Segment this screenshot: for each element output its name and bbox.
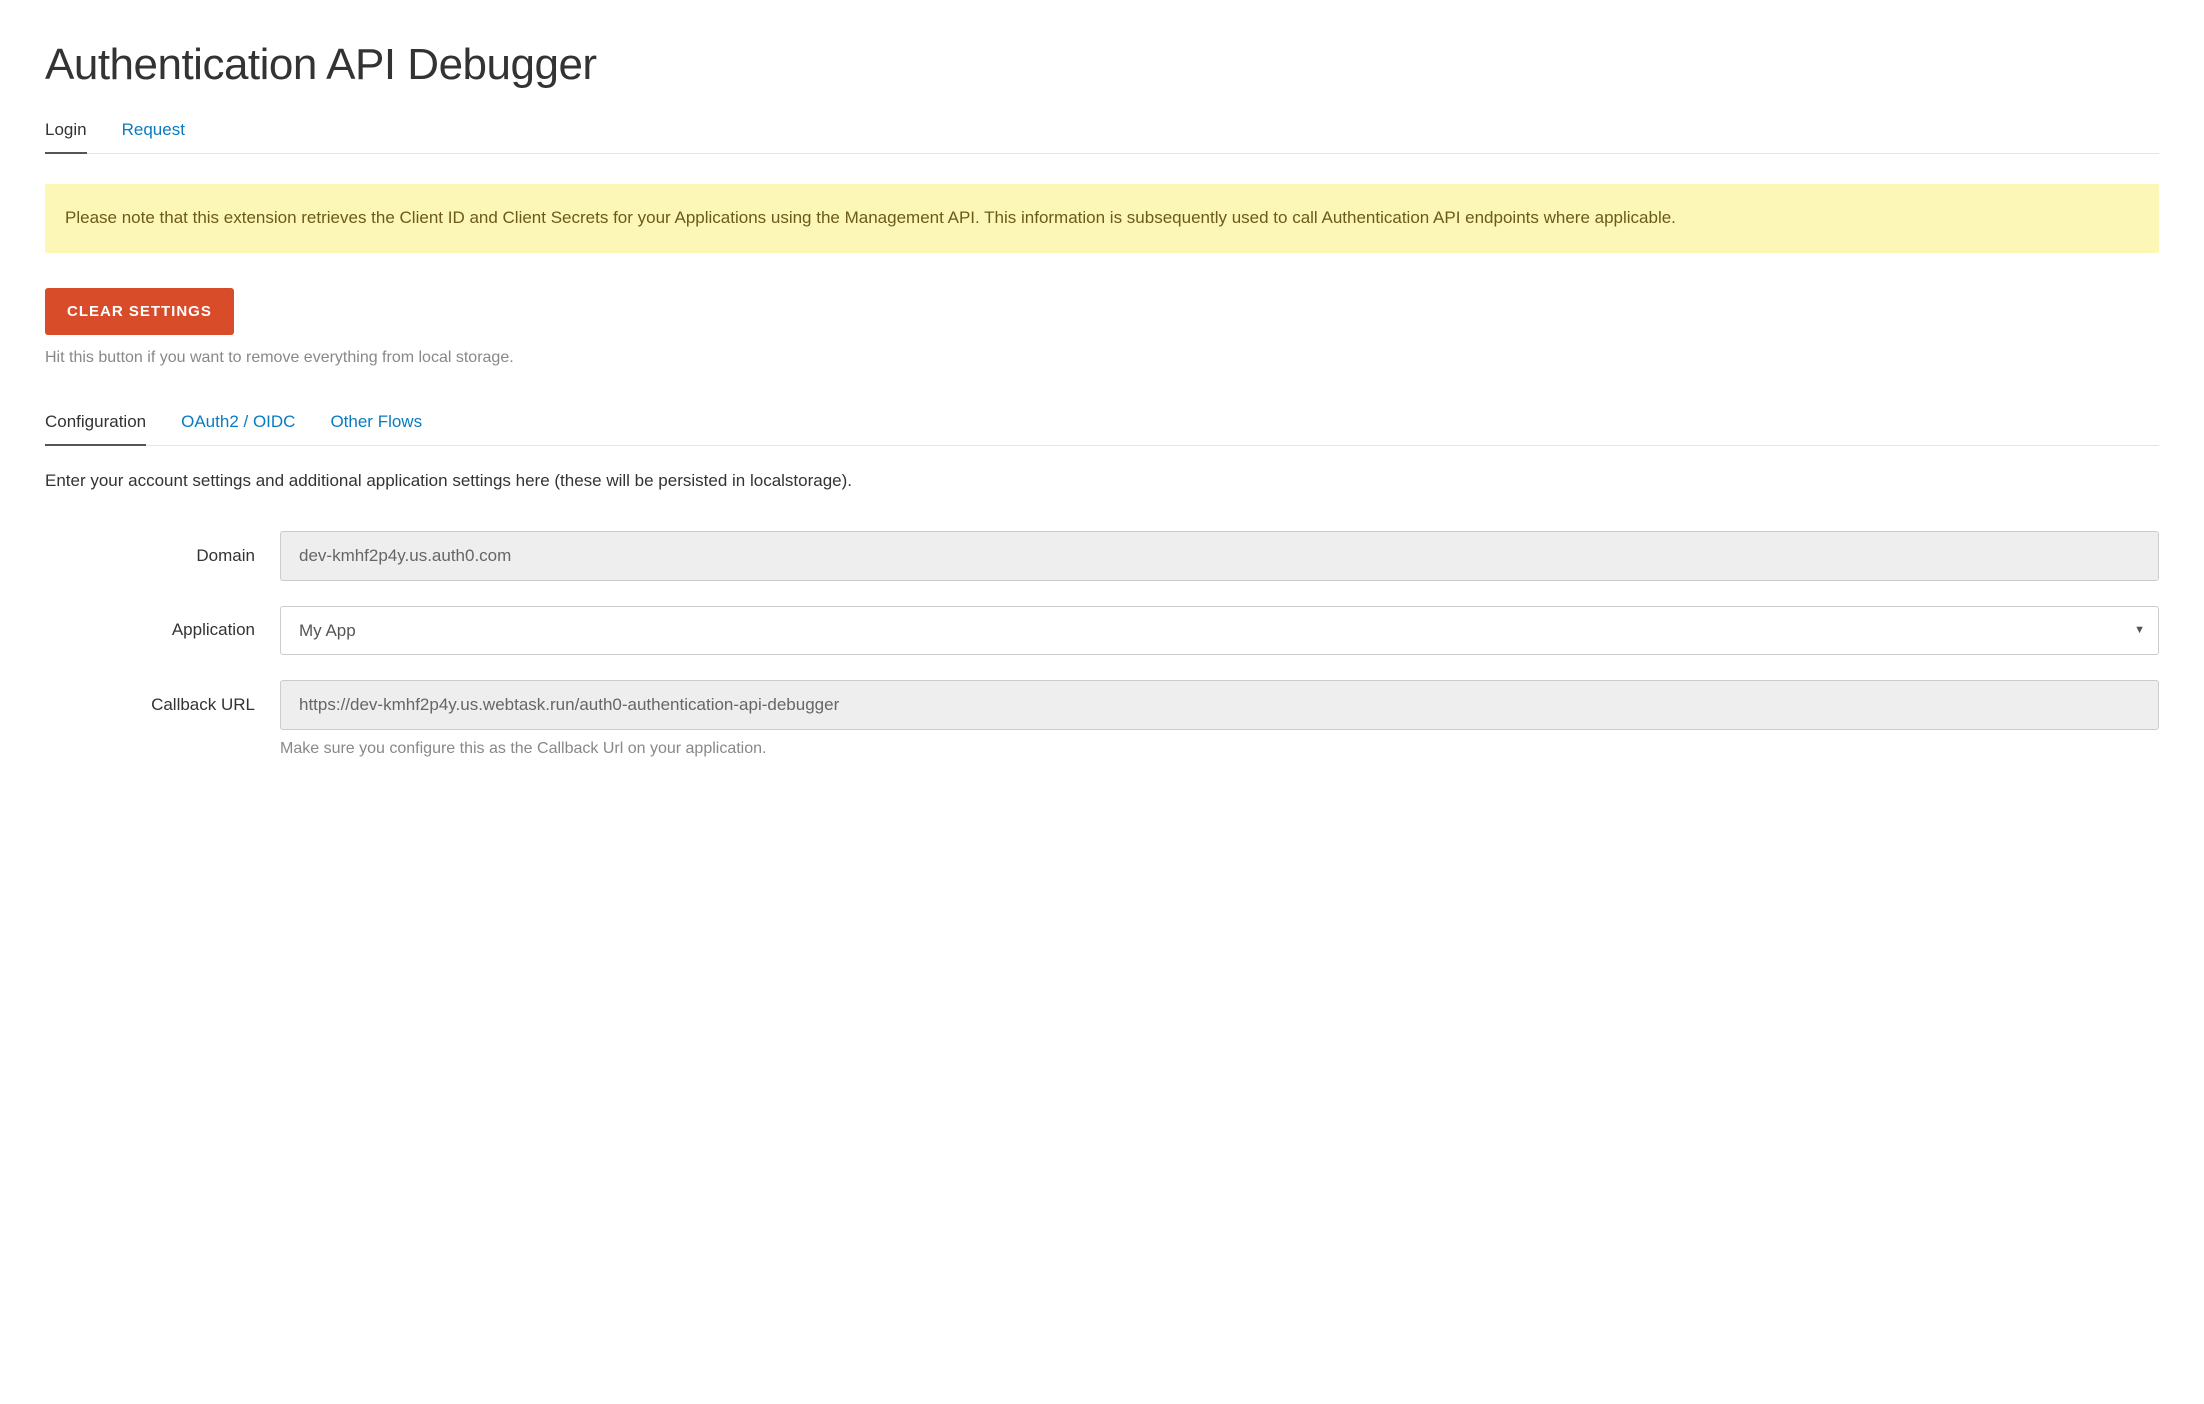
- config-section-intro: Enter your account settings and addition…: [45, 471, 2159, 491]
- callback-label: Callback URL: [45, 695, 280, 715]
- subtab-configuration[interactable]: Configuration: [45, 412, 146, 446]
- page-title: Authentication API Debugger: [45, 40, 2159, 90]
- callback-input[interactable]: [280, 680, 2159, 730]
- tab-login[interactable]: Login: [45, 120, 87, 154]
- form-row-domain: Domain: [45, 531, 2159, 581]
- domain-input[interactable]: [280, 531, 2159, 581]
- subtab-oauth2-oidc[interactable]: OAuth2 / OIDC: [181, 412, 295, 446]
- clear-settings-help: Hit this button if you want to remove ev…: [45, 349, 2159, 367]
- clear-settings-button[interactable]: CLEAR SETTINGS: [45, 288, 234, 335]
- sub-tabs: Configuration OAuth2 / OIDC Other Flows: [45, 412, 2159, 446]
- application-select[interactable]: My App: [280, 606, 2159, 655]
- subtab-other-flows[interactable]: Other Flows: [330, 412, 422, 446]
- form-row-application: Application My App ▼: [45, 606, 2159, 655]
- tab-request[interactable]: Request: [122, 120, 185, 154]
- callback-hint: Make sure you configure this as the Call…: [280, 740, 2159, 758]
- top-tabs: Login Request: [45, 120, 2159, 154]
- domain-label: Domain: [45, 546, 280, 566]
- form-row-callback: Callback URL: [45, 680, 2159, 730]
- application-label: Application: [45, 620, 280, 640]
- alert-warning: Please note that this extension retrieve…: [45, 184, 2159, 253]
